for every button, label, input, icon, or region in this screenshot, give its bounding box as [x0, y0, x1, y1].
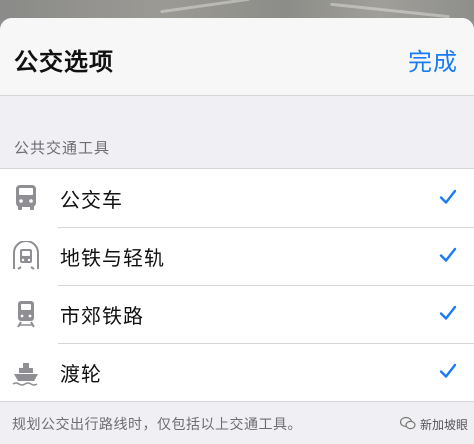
transit-options-sheet: 公交选项 完成 公共交通工具 公交车 地铁与轻轨 市郊铁路 渡轮 规划公交出行路… [0, 18, 474, 444]
footer-note: 规划公交出行路线时，仅包括以上交通工具。 [12, 417, 302, 433]
section-title: 公共交通工具 [14, 139, 111, 157]
checkmark-icon [438, 187, 458, 207]
transit-item-label: 渡轮 [60, 362, 102, 386]
page-title: 公交选项 [14, 48, 114, 76]
transit-item-ferry[interactable]: 渡轮 [0, 343, 474, 401]
subway-icon [12, 240, 40, 271]
wechat-icon [399, 416, 416, 433]
transit-item-commuter-rail[interactable]: 市郊铁路 [0, 285, 474, 343]
transit-item-label: 公交车 [60, 188, 123, 212]
checkmark-icon [438, 245, 458, 265]
transit-item-subway[interactable]: 地铁与轻轨 [0, 227, 474, 285]
sheet-header: 公交选项 完成 [0, 18, 474, 96]
watermark-text: 新加坡眼 [419, 418, 468, 432]
transit-item-label: 市郊铁路 [60, 304, 144, 328]
done-button[interactable]: 完成 [408, 42, 458, 77]
footer: 规划公交出行路线时，仅包括以上交通工具。 新加坡眼 [0, 402, 474, 442]
map-background [0, 0, 474, 20]
transit-item-bus[interactable]: 公交车 [0, 169, 474, 227]
transit-item-label: 地铁与轻轨 [60, 246, 165, 270]
transit-mode-list: 公交车 地铁与轻轨 市郊铁路 渡轮 [0, 168, 474, 402]
checkmark-icon [438, 361, 458, 381]
train-icon [12, 299, 40, 329]
section-header: 公共交通工具 [0, 96, 474, 168]
bus-icon [12, 183, 40, 213]
ferry-icon [12, 357, 40, 387]
watermark: 新加坡眼 [399, 416, 468, 433]
checkmark-icon [438, 303, 458, 323]
